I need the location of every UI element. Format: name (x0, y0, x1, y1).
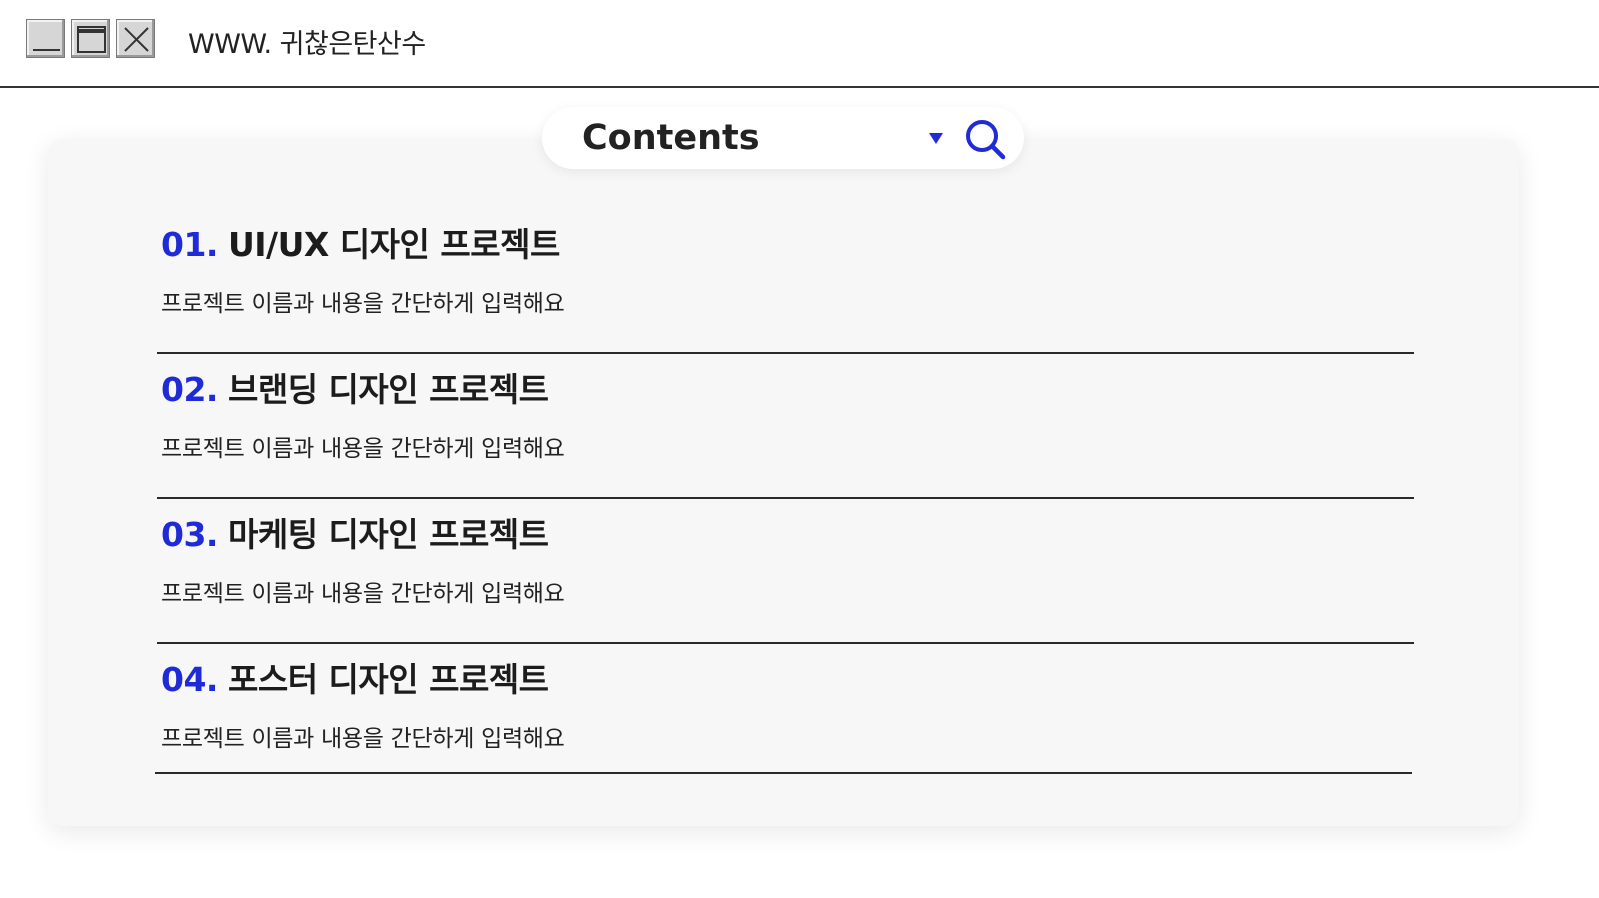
project-description: 프로젝트 이름과 내용을 간단하게 입력해요 (161, 291, 565, 317)
search-bar[interactable]: Contents (542, 107, 1024, 169)
project-number: 03. (161, 515, 218, 554)
project-description: 프로젝트 이름과 내용을 간단하게 입력해요 (161, 726, 565, 752)
project-item-02[interactable]: 02. 브랜딩 디자인 프로젝트 프로젝트 이름과 내용을 간단하게 입력해요 (157, 363, 1414, 499)
project-title: 04. 포스터 디자인 프로젝트 (161, 653, 549, 701)
close-button[interactable] (116, 19, 155, 58)
project-description: 프로젝트 이름과 내용을 간단하게 입력해요 (161, 581, 565, 607)
minimize-button[interactable] (26, 19, 65, 58)
maximize-icon (77, 26, 106, 53)
triangle-down-icon (929, 133, 943, 144)
url-text: WWW. 귀찮은탄산수 (188, 29, 426, 60)
project-title: 01. UI/UX 디자인 프로젝트 (161, 218, 560, 266)
maximize-button[interactable] (71, 19, 110, 58)
project-description: 프로젝트 이름과 내용을 간단하게 입력해요 (161, 436, 565, 462)
close-icon (124, 27, 149, 52)
search-icon (966, 120, 1006, 160)
project-title: 03. 마케팅 디자인 프로젝트 (161, 508, 549, 556)
project-item-01[interactable]: 01. UI/UX 디자인 프로젝트 프로젝트 이름과 내용을 간단하게 입력해요 (157, 218, 1414, 354)
project-title: 02. 브랜딩 디자인 프로젝트 (161, 363, 549, 411)
project-item-04[interactable]: 04. 포스터 디자인 프로젝트 프로젝트 이름과 내용을 간단하게 입력해요 (155, 653, 1412, 774)
project-number: 04. (161, 660, 218, 699)
window-titlebar: WWW. 귀찮은탄산수 (0, 0, 1599, 88)
project-name: 포스터 디자인 프로젝트 (227, 660, 549, 699)
project-item-03[interactable]: 03. 마케팅 디자인 프로젝트 프로젝트 이름과 내용을 간단하게 입력해요 (157, 508, 1414, 644)
project-name: UI/UX 디자인 프로젝트 (227, 225, 560, 264)
dropdown-toggle[interactable] (924, 126, 948, 150)
project-number: 02. (161, 370, 218, 409)
search-button[interactable] (963, 117, 1007, 161)
search-label: Contents (582, 118, 760, 158)
project-name: 브랜딩 디자인 프로젝트 (227, 370, 549, 409)
window-controls (26, 19, 161, 58)
project-name: 마케팅 디자인 프로젝트 (227, 515, 549, 554)
project-number: 01. (161, 225, 218, 264)
minimize-icon (33, 49, 60, 51)
